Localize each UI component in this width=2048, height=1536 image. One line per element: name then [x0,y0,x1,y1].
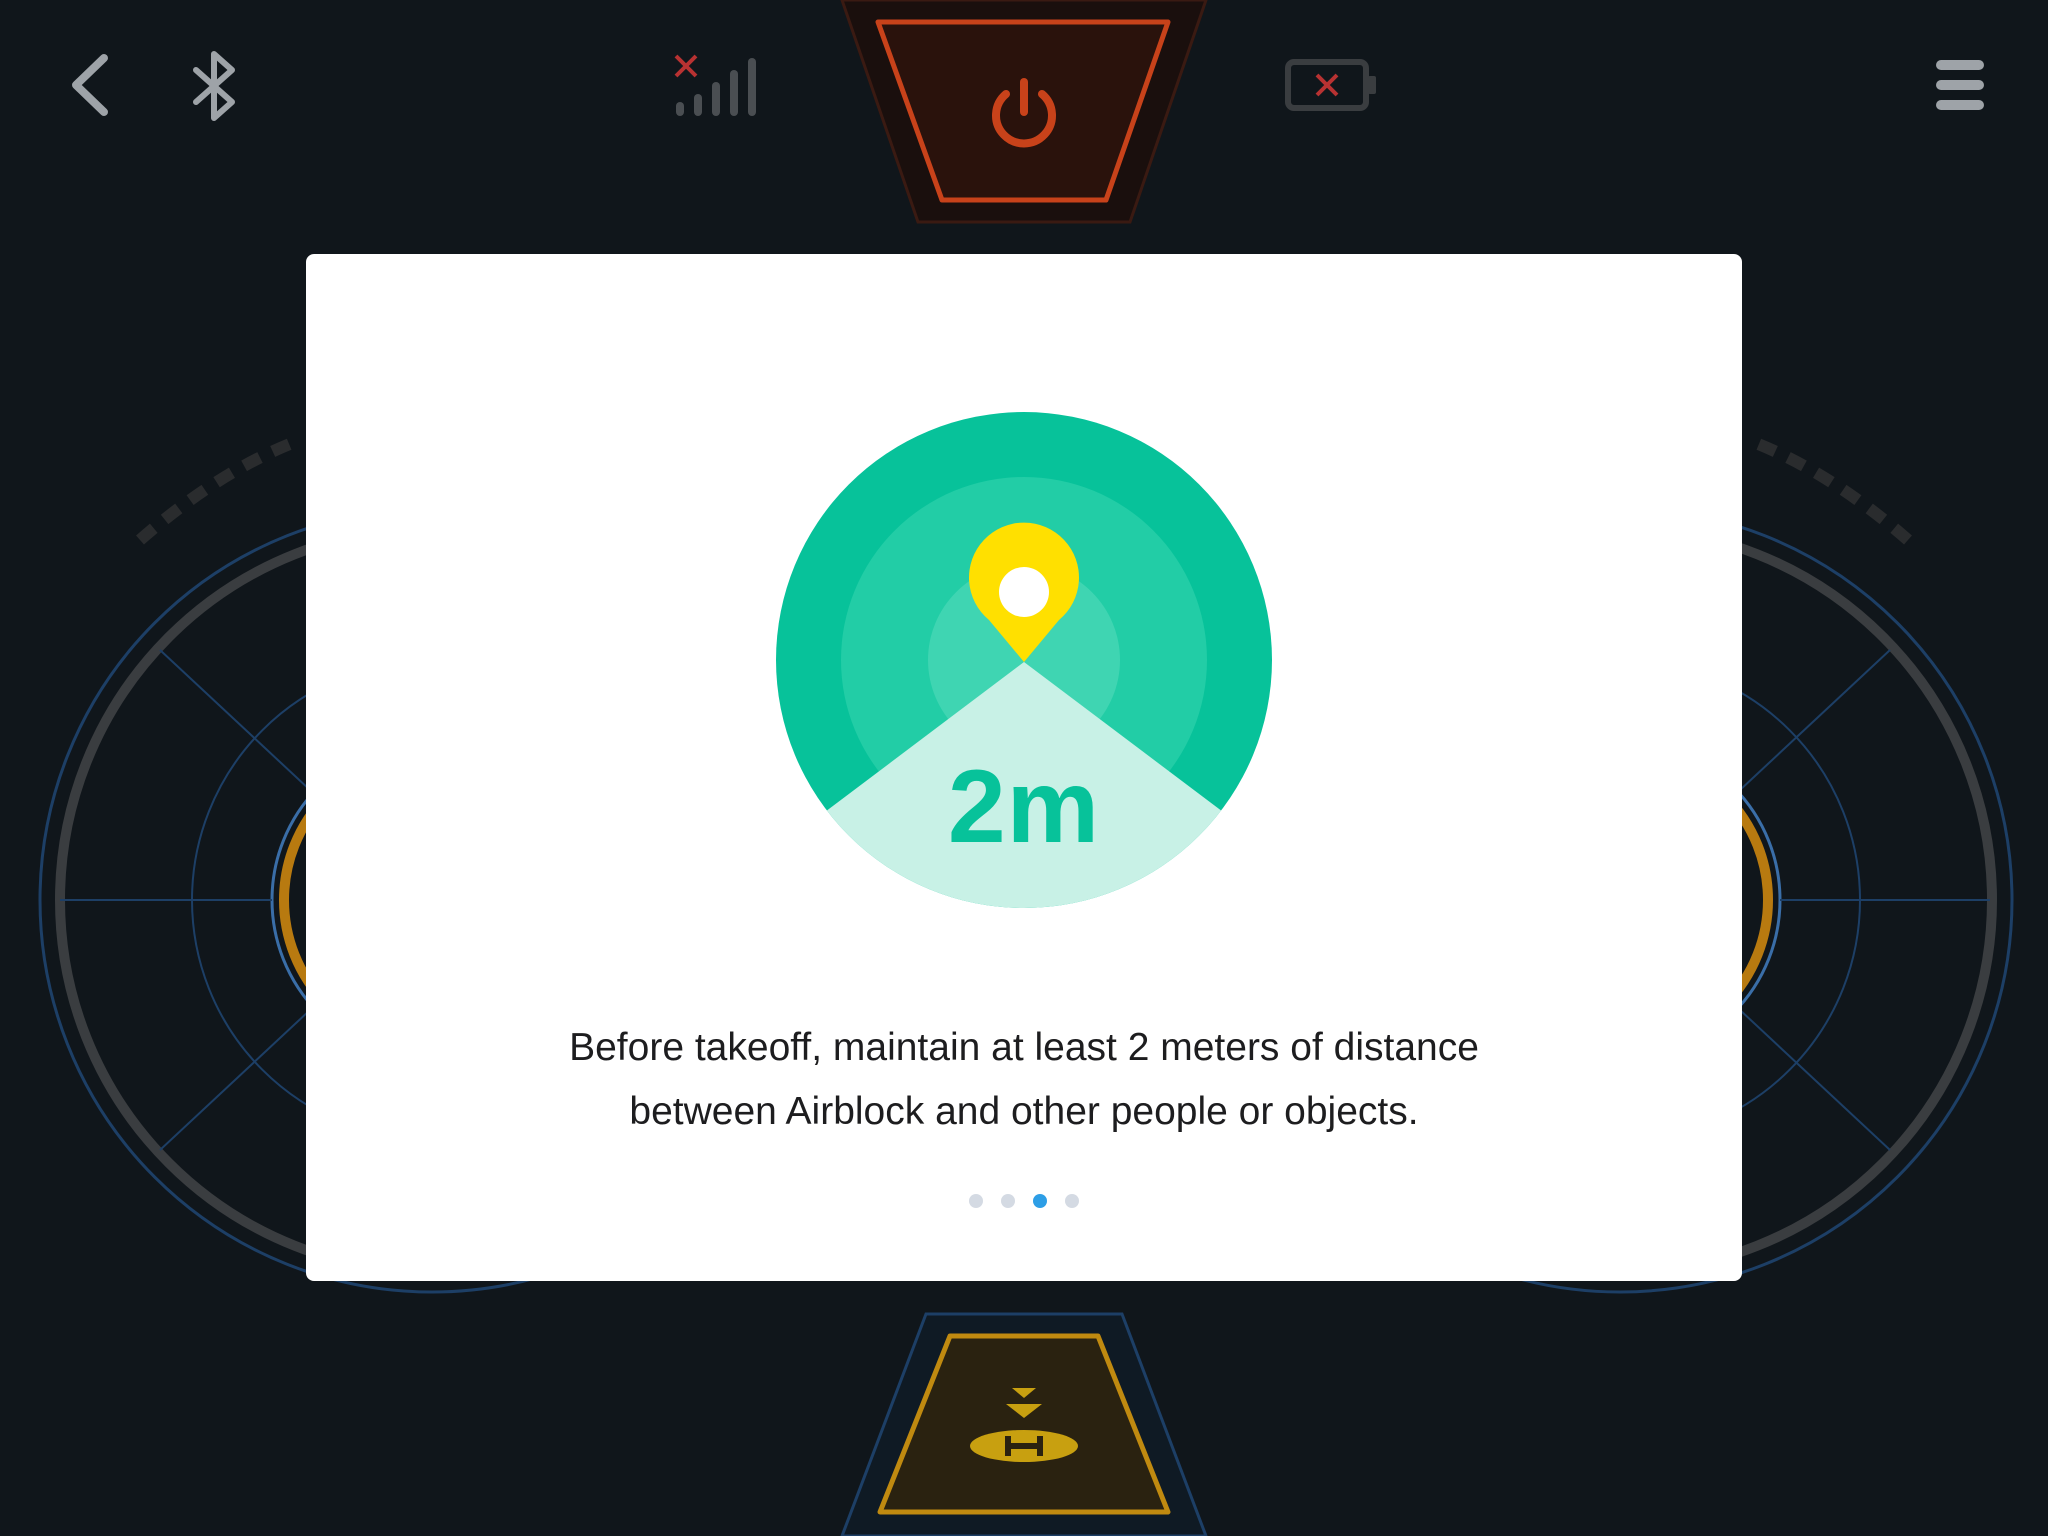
distance-label: 2m [947,749,1101,865]
